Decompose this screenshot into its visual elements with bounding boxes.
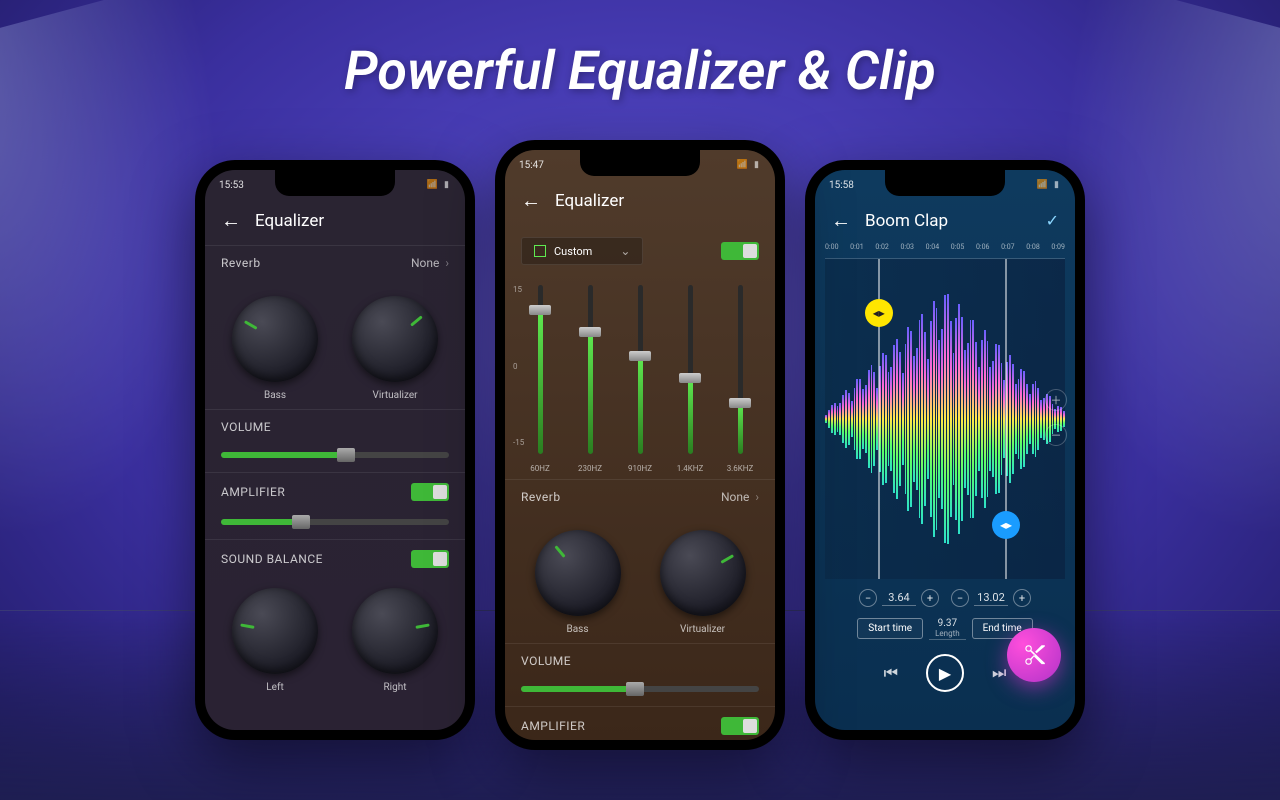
zoom-in-icon[interactable]: ＋ — [1045, 389, 1067, 411]
end-handle-icon[interactable]: ◂▸ — [992, 511, 1020, 539]
back-icon[interactable]: ← — [831, 208, 851, 233]
bass-knob[interactable] — [535, 530, 621, 616]
status-time: 15:47 — [519, 160, 544, 171]
virtualizer-knob-label: Virtualizer — [352, 390, 438, 401]
status-time: 15:53 — [219, 180, 244, 191]
preset-dropdown[interactable]: Custom ⌄ — [521, 237, 643, 265]
eq-bands: 15 0 -15 60HZ 230HZ 910HZ 1.4KHZ 3.6KHZ — [505, 269, 775, 479]
end-minus-button[interactable]: − — [951, 589, 969, 607]
phone-clip-editor: 15:58 📶 ▮ ← Boom Clap ✓ 0:000:010:020:030… — [805, 160, 1085, 740]
balance-right-knob[interactable] — [352, 588, 438, 674]
equalizer-toggle[interactable] — [721, 242, 759, 260]
phone-equalizer-brown: 15:47 📶 ▮ ← Equalizer Custom ⌄ 15 0 -15 60HZ… — [495, 140, 785, 750]
back-icon[interactable]: ← — [221, 208, 241, 233]
confirm-icon[interactable]: ✓ — [1046, 211, 1059, 230]
cut-fab-button[interactable] — [1007, 628, 1061, 682]
status-time: 15:58 — [829, 180, 854, 191]
band-label: 3.6KHZ — [727, 464, 754, 473]
headline: Powerful Equalizer & Clip — [0, 40, 1280, 103]
save-icon — [534, 245, 546, 257]
previous-icon[interactable]: ⏮ — [884, 663, 898, 683]
reverb-value: None — [721, 490, 749, 504]
time-ruler: 0:000:010:020:030:040:050:060:070:080:09 — [825, 243, 1065, 259]
reverb-row[interactable]: Reverb None › — [505, 479, 775, 514]
song-title: Boom Clap — [865, 211, 948, 231]
eq-band-slider[interactable] — [688, 285, 693, 454]
virtualizer-knob[interactable] — [352, 296, 438, 382]
eq-scale-mid: 0 — [513, 362, 524, 371]
amplifier-label: AMPLIFIER — [521, 719, 585, 733]
play-button[interactable]: ▶ — [926, 654, 964, 692]
start-marker[interactable]: ◂▸ — [878, 259, 880, 579]
scissors-icon — [1021, 642, 1047, 668]
balance-toggle[interactable] — [411, 550, 449, 568]
reverb-value: None — [411, 256, 439, 270]
virtualizer-knob[interactable] — [660, 530, 746, 616]
end-plus-button[interactable]: + — [1013, 589, 1031, 607]
amplifier-label: AMPLIFIER — [221, 485, 285, 499]
eq-scale-top: 15 — [513, 285, 524, 294]
phone-notch — [275, 170, 395, 196]
waveform-area[interactable]: ◂▸ ◂▸ ＋ － — [825, 259, 1065, 579]
volume-label: VOLUME — [221, 420, 271, 434]
reverb-label: Reverb — [521, 490, 561, 504]
status-icons: 📶 ▮ — [737, 160, 761, 170]
phone-notch — [885, 170, 1005, 196]
sound-balance-label: SOUND BALANCE — [221, 552, 323, 566]
end-value[interactable]: 13.02 — [974, 590, 1008, 606]
amplifier-toggle[interactable] — [411, 483, 449, 501]
phone-notch — [580, 150, 700, 176]
bass-knob[interactable] — [232, 296, 318, 382]
start-plus-button[interactable]: + — [921, 589, 939, 607]
reverb-label: Reverb — [221, 256, 261, 270]
chevron-right-icon: › — [755, 490, 759, 504]
chevron-down-icon: ⌄ — [620, 244, 630, 258]
preset-value: Custom — [554, 245, 592, 258]
screen-title: Equalizer — [255, 211, 324, 231]
status-icons: 📶 ▮ — [427, 180, 451, 190]
end-marker[interactable]: ◂▸ — [1005, 259, 1007, 579]
eq-band-slider[interactable] — [738, 285, 743, 454]
eq-scale-bottom: -15 — [513, 438, 524, 447]
eq-band-slider[interactable] — [588, 285, 593, 454]
volume-slider[interactable] — [221, 452, 449, 458]
balance-right-label: Right — [352, 682, 438, 693]
next-icon[interactable]: ⏭ — [992, 663, 1006, 683]
band-label: 60HZ — [530, 464, 550, 473]
eq-band-slider[interactable] — [538, 285, 543, 454]
balance-left-knob[interactable] — [232, 588, 318, 674]
amplifier-slider[interactable] — [221, 519, 449, 525]
virtualizer-knob-label: Virtualizer — [660, 624, 746, 635]
phone-equalizer-dark: 15:53 📶 ▮ ← Equalizer Reverb None › Bass Vi… — [195, 160, 475, 740]
status-icons: 📶 ▮ — [1037, 180, 1061, 190]
length-label: Length — [935, 629, 959, 638]
band-label: 910HZ — [628, 464, 652, 473]
band-label: 1.4KHZ — [677, 464, 704, 473]
screen-title: Equalizer — [555, 191, 624, 211]
start-handle-icon[interactable]: ◂▸ — [865, 299, 893, 327]
start-minus-button[interactable]: − — [859, 589, 877, 607]
chevron-right-icon: › — [445, 256, 449, 270]
amplifier-toggle[interactable] — [721, 717, 759, 735]
back-icon[interactable]: ← — [521, 188, 541, 213]
bass-knob-label: Bass — [535, 624, 621, 635]
balance-left-label: Left — [232, 682, 318, 693]
start-value[interactable]: 3.64 — [882, 590, 916, 606]
start-time-button[interactable]: Start time — [857, 618, 923, 639]
zoom-out-icon[interactable]: － — [1045, 424, 1067, 446]
length-value: 9.37 — [935, 618, 959, 629]
bass-knob-label: Bass — [232, 390, 318, 401]
reverb-row[interactable]: Reverb None › — [205, 245, 465, 280]
volume-label: VOLUME — [521, 654, 571, 668]
eq-band-slider[interactable] — [638, 285, 643, 454]
band-label: 230HZ — [578, 464, 602, 473]
volume-slider[interactable] — [521, 686, 759, 692]
